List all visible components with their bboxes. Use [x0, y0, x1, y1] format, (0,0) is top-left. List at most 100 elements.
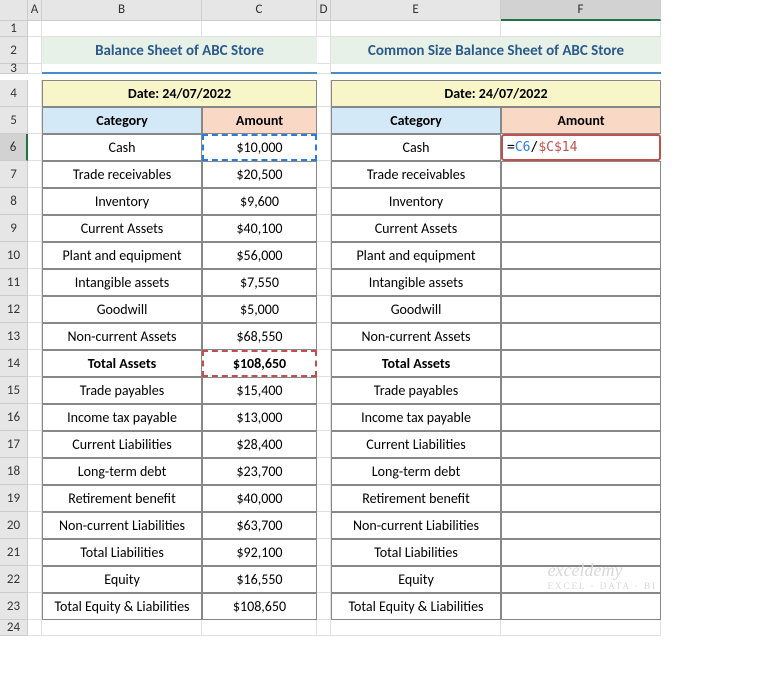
- cell-B13[interactable]: Non-current Assets: [42, 323, 202, 350]
- empty-cell[interactable]: [317, 242, 331, 269]
- empty-cell[interactable]: [331, 620, 501, 636]
- empty-cell[interactable]: [28, 593, 42, 620]
- empty-cell[interactable]: [501, 620, 661, 636]
- empty-cell[interactable]: [42, 620, 202, 636]
- row-header-16[interactable]: 16: [0, 404, 28, 431]
- empty-cell[interactable]: [28, 512, 42, 539]
- cell-E6[interactable]: Cash: [331, 134, 501, 161]
- cell-E13[interactable]: Non-current Assets: [331, 323, 501, 350]
- cell-E11[interactable]: Intangible assets: [331, 269, 501, 296]
- cell-B22[interactable]: Equity: [42, 566, 202, 593]
- cell-E19[interactable]: Retirement benefit: [331, 485, 501, 512]
- empty-cell[interactable]: [317, 377, 331, 404]
- cell-B19[interactable]: Retirement benefit: [42, 485, 202, 512]
- empty-cell[interactable]: [28, 539, 42, 566]
- cell-F19[interactable]: [501, 485, 661, 512]
- empty-cell[interactable]: [28, 215, 42, 242]
- empty-cell[interactable]: [28, 64, 42, 74]
- cell-E22[interactable]: Equity: [331, 566, 501, 593]
- cell-B18[interactable]: Long-term debt: [42, 458, 202, 485]
- row-header-10[interactable]: 10: [0, 242, 28, 269]
- row-header-20[interactable]: 20: [0, 512, 28, 539]
- row-header-11[interactable]: 11: [0, 269, 28, 296]
- row-header-12[interactable]: 12: [0, 296, 28, 323]
- cell-E12[interactable]: Goodwill: [331, 296, 501, 323]
- empty-cell[interactable]: [28, 161, 42, 188]
- row-header-17[interactable]: 17: [0, 431, 28, 458]
- empty-cell[interactable]: [317, 215, 331, 242]
- cell-E16[interactable]: Income tax payable: [331, 404, 501, 431]
- cell-C17[interactable]: $28,400: [202, 431, 317, 458]
- cell-C14[interactable]: $108,650: [202, 350, 317, 377]
- row-header-9[interactable]: 9: [0, 215, 28, 242]
- cell-F6-editing[interactable]: =C6/$C$14: [501, 134, 661, 161]
- col-header-C[interactable]: C: [202, 0, 317, 21]
- row-header-19[interactable]: 19: [0, 485, 28, 512]
- empty-cell[interactable]: [28, 404, 42, 431]
- cell-F10[interactable]: [501, 242, 661, 269]
- empty-cell[interactable]: [28, 188, 42, 215]
- cell-C10[interactable]: $56,000: [202, 242, 317, 269]
- empty-cell[interactable]: [28, 107, 42, 134]
- cell-C7[interactable]: $20,500: [202, 161, 317, 188]
- cell-E8[interactable]: Inventory: [331, 188, 501, 215]
- col-header-D[interactable]: D: [317, 0, 331, 21]
- empty-cell[interactable]: [28, 80, 42, 107]
- row-header-4[interactable]: 4: [0, 80, 28, 107]
- empty-cell[interactable]: [331, 21, 501, 37]
- cell-E21[interactable]: Total Liabilities: [331, 539, 501, 566]
- empty-cell[interactable]: [28, 620, 42, 636]
- cell-B16[interactable]: Income tax payable: [42, 404, 202, 431]
- row-header-8[interactable]: 8: [0, 188, 28, 215]
- cell-C20[interactable]: $63,700: [202, 512, 317, 539]
- empty-cell[interactable]: [317, 350, 331, 377]
- empty-cell[interactable]: [28, 458, 42, 485]
- empty-cell[interactable]: [317, 458, 331, 485]
- cell-F7[interactable]: [501, 161, 661, 188]
- col-header-A[interactable]: A: [28, 0, 42, 21]
- cell-E7[interactable]: Trade receivables: [331, 161, 501, 188]
- empty-cell[interactable]: [317, 64, 331, 74]
- cell-F14[interactable]: [501, 350, 661, 377]
- empty-cell[interactable]: [317, 593, 331, 620]
- cell-F13[interactable]: [501, 323, 661, 350]
- cell-B12[interactable]: Goodwill: [42, 296, 202, 323]
- empty-cell[interactable]: [28, 242, 42, 269]
- cell-B7[interactable]: Trade receivables: [42, 161, 202, 188]
- cell-B10[interactable]: Plant and equipment: [42, 242, 202, 269]
- empty-cell[interactable]: [317, 620, 331, 636]
- empty-cell[interactable]: [28, 21, 42, 37]
- cell-B21[interactable]: Total Liabilities: [42, 539, 202, 566]
- cell-B15[interactable]: Trade payables: [42, 377, 202, 404]
- cell-B11[interactable]: Intangible assets: [42, 269, 202, 296]
- empty-cell[interactable]: [317, 37, 331, 64]
- cell-B9[interactable]: Current Assets: [42, 215, 202, 242]
- cell-E17[interactable]: Current Liabilities: [331, 431, 501, 458]
- empty-cell[interactable]: [28, 296, 42, 323]
- cell-C22[interactable]: $16,550: [202, 566, 317, 593]
- col-header-F[interactable]: F: [501, 0, 661, 21]
- empty-cell[interactable]: [28, 134, 42, 161]
- empty-cell[interactable]: [28, 350, 42, 377]
- row-header-22[interactable]: 22: [0, 566, 28, 593]
- cell-C9[interactable]: $40,100: [202, 215, 317, 242]
- cell-C16[interactable]: $13,000: [202, 404, 317, 431]
- cell-F21[interactable]: [501, 539, 661, 566]
- cell-F22[interactable]: [501, 566, 661, 593]
- cell-B20[interactable]: Non-current Liabilities: [42, 512, 202, 539]
- cell-F18[interactable]: [501, 458, 661, 485]
- cell-F20[interactable]: [501, 512, 661, 539]
- cell-E9[interactable]: Current Assets: [331, 215, 501, 242]
- empty-cell[interactable]: [317, 512, 331, 539]
- empty-cell[interactable]: [28, 566, 42, 593]
- cell-B23[interactable]: Total Equity & Liabilities: [42, 593, 202, 620]
- row-header-1[interactable]: 1: [0, 21, 28, 37]
- empty-cell[interactable]: [317, 269, 331, 296]
- cell-C23[interactable]: $108,650: [202, 593, 317, 620]
- row-header-2[interactable]: 2: [0, 37, 28, 64]
- cell-C8[interactable]: $9,600: [202, 188, 317, 215]
- empty-cell[interactable]: [42, 21, 202, 37]
- cell-C6[interactable]: $10,000: [202, 134, 317, 161]
- row-header-14[interactable]: 14: [0, 350, 28, 377]
- cell-C19[interactable]: $40,000: [202, 485, 317, 512]
